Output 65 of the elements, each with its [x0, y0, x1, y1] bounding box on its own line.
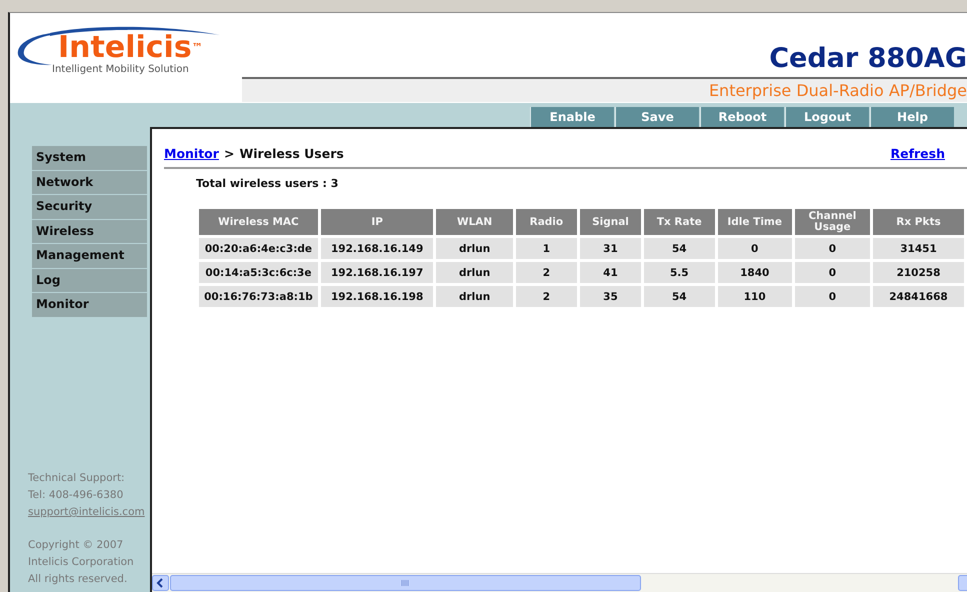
breadcrumb-current: Wireless Users	[239, 146, 344, 161]
table-cell: 00:20:a6:4e:c3:de	[199, 238, 318, 259]
logo-tagline: Intelligent Mobility Solution	[51, 64, 190, 75]
table-cell: 54	[644, 238, 714, 259]
breadcrumb-separator: >	[224, 146, 234, 161]
table-cell: 192.168.16.149	[320, 238, 434, 259]
support-phone: Tel: 408-496-6380	[28, 488, 124, 503]
column-header: Rx Pkts	[872, 209, 964, 235]
toolbar-button[interactable]: Reboot	[700, 107, 784, 127]
product-title: Cedar 880AG	[768, 42, 967, 76]
table-cell: 54	[644, 286, 714, 307]
copyright-text: All rights reserved.	[28, 572, 128, 587]
logo-name: Intelicis	[58, 33, 192, 63]
table-cell: 35	[580, 286, 642, 307]
table-cell: 24841668	[872, 286, 964, 307]
sidebar-item[interactable]: Wireless	[32, 220, 147, 243]
table-cell: 5.5	[644, 262, 714, 283]
table-cell: 1840	[718, 262, 792, 283]
breadcrumb-link[interactable]: Monitor	[164, 146, 219, 161]
column-header: Radio	[516, 209, 577, 235]
table-cell: 0	[794, 262, 870, 283]
sidebar-item[interactable]: Management	[32, 244, 147, 268]
sidebar-item[interactable]: System	[32, 146, 147, 170]
copyright-text: Copyright © 2007	[28, 538, 124, 553]
table-cell: 2	[516, 262, 577, 283]
toolbar-button[interactable]: Help	[870, 107, 954, 127]
column-header: IP	[320, 209, 434, 235]
table-cell: 0	[794, 238, 870, 259]
sidebar-item[interactable]: Security	[32, 195, 147, 218]
table-cell: 31451	[872, 238, 964, 259]
logo-curl-icon	[16, 31, 52, 67]
column-header: Wireless MAC	[199, 209, 318, 235]
horizontal-scrollbar[interactable]	[152, 575, 967, 591]
toolbar-button[interactable]: Logout	[785, 107, 869, 127]
refresh-link[interactable]: Refresh	[890, 146, 945, 161]
table-cell: 0	[794, 286, 870, 307]
column-header: Tx Rate	[644, 209, 714, 235]
toolbar-button[interactable]: Enable	[530, 107, 614, 127]
column-header: Signal	[580, 209, 642, 235]
total-users-text: Total wireless users : 3	[196, 177, 340, 190]
table-cell: drlun	[436, 286, 513, 307]
table-cell: 00:14:a5:3c:6c:3e	[199, 262, 318, 283]
table-cell: 210258	[872, 262, 964, 283]
table-cell: 2	[516, 286, 577, 307]
sidebar-item[interactable]: Log	[32, 268, 147, 292]
column-header: Idle Time	[718, 209, 792, 235]
table-cell: 110	[718, 286, 792, 307]
trademark-mark: ™	[192, 41, 203, 54]
table-cell: drlun	[436, 238, 513, 259]
table-cell: 0	[718, 238, 792, 259]
copyright-text: Intelicis Corporation	[28, 555, 135, 570]
column-header: Channel Usage	[794, 209, 870, 235]
sidebar-item[interactable]: Network	[32, 170, 147, 194]
product-subtitle: Enterprise Dual-Radio AP/Bridge	[242, 79, 967, 102]
table-cell: 00:16:76:73:a8:1b	[199, 286, 318, 307]
support-heading: Technical Support:	[28, 471, 126, 486]
toolbar-button[interactable]: Save	[615, 107, 699, 127]
sidebar-item[interactable]: Monitor	[32, 293, 147, 316]
table-cell: drlun	[436, 262, 513, 283]
table-cell: 31	[580, 238, 642, 259]
table-cell: 192.168.16.198	[320, 286, 434, 307]
column-header: WLAN	[436, 209, 513, 235]
table-cell: 41	[580, 262, 642, 283]
table-cell: 192.168.16.197	[320, 262, 434, 283]
table-cell: 1	[516, 238, 577, 259]
